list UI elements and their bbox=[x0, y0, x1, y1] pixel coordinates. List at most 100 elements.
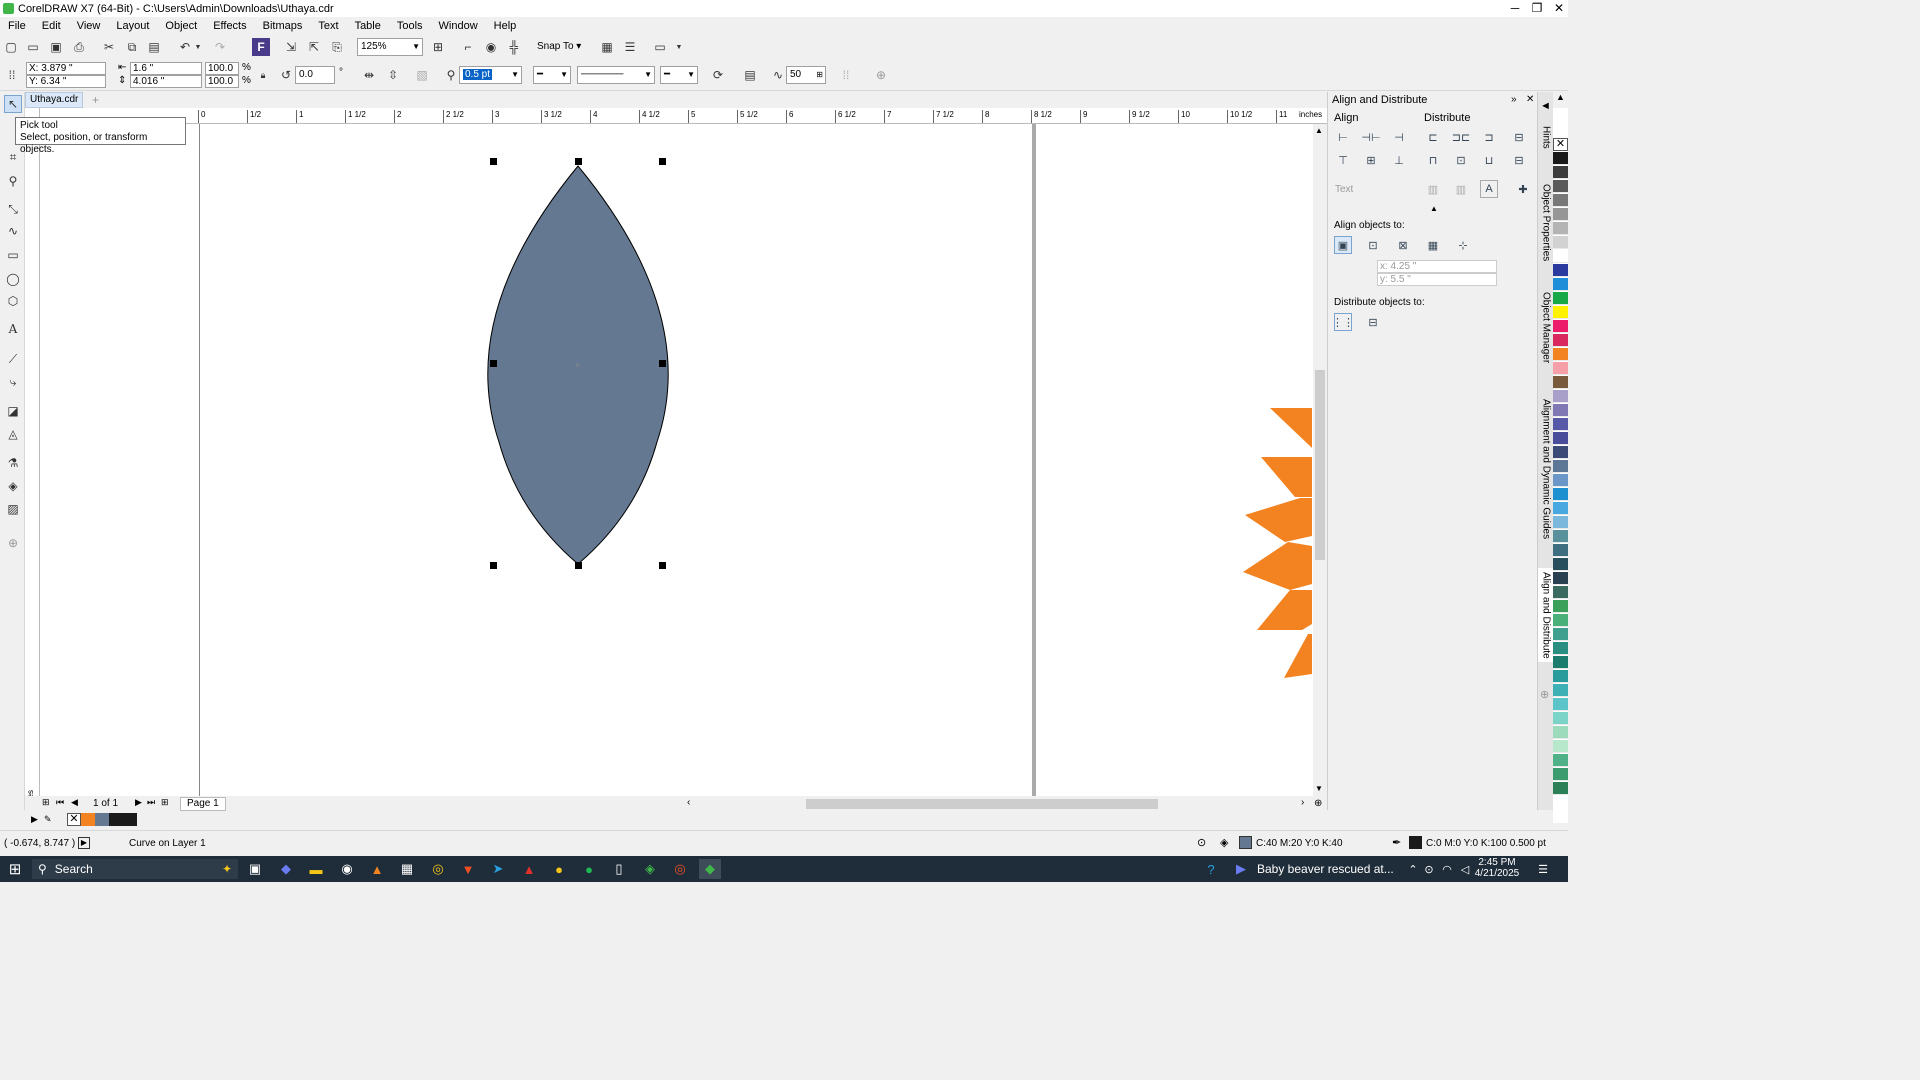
app-icon[interactable]: ● bbox=[548, 859, 570, 879]
menu-object[interactable]: Object bbox=[157, 20, 205, 32]
add-docker-icon[interactable]: ⊕ bbox=[1540, 688, 1549, 701]
new-document-icon[interactable]: ▢ bbox=[2, 38, 20, 56]
chrome-running-icon[interactable]: ◎ bbox=[669, 859, 691, 879]
news-headline[interactable]: Baby beaver rescued at... bbox=[1257, 862, 1394, 876]
new-tab-icon[interactable]: + bbox=[92, 93, 99, 107]
color-swatch[interactable] bbox=[1553, 250, 1568, 263]
color-swatch[interactable] bbox=[1553, 404, 1568, 417]
color-swatch[interactable] bbox=[1553, 348, 1568, 361]
color-swatch[interactable] bbox=[1553, 558, 1568, 571]
docker-collapse-icon[interactable]: » bbox=[1511, 94, 1517, 105]
menu-effects[interactable]: Effects bbox=[205, 20, 254, 32]
show-grid-icon[interactable]: ◉ bbox=[482, 38, 500, 56]
close-button[interactable]: ✕ bbox=[1547, 0, 1571, 17]
undo-dropdown-icon[interactable]: ▼ bbox=[193, 38, 203, 56]
quick-customize-icon[interactable]: ⊕ bbox=[872, 66, 890, 84]
print-icon[interactable]: ⎙ bbox=[70, 38, 88, 56]
selection-handle[interactable] bbox=[659, 158, 666, 165]
color-swatch[interactable] bbox=[1553, 656, 1568, 669]
taskbar-clock[interactable]: 2:45 PM 4/21/2025 bbox=[1472, 857, 1522, 879]
color-swatch[interactable] bbox=[1553, 670, 1568, 683]
distribute-right-icon[interactable]: ⊐ bbox=[1480, 128, 1498, 146]
selection-handle[interactable] bbox=[490, 158, 497, 165]
color-swatch[interactable] bbox=[1553, 390, 1568, 403]
distribute-bottom-icon[interactable]: ⊔ bbox=[1480, 151, 1498, 169]
mirror-horizontal-icon[interactable]: ⇹ bbox=[360, 66, 378, 84]
selection-handle[interactable] bbox=[490, 562, 497, 569]
text-tool-icon[interactable]: A bbox=[4, 320, 22, 338]
last-page-icon[interactable]: ⏭ bbox=[147, 797, 155, 808]
scroll-left-icon[interactable]: ‹ bbox=[687, 797, 690, 808]
brave-icon[interactable]: ▼ bbox=[457, 859, 479, 879]
line-style-combo[interactable]: ────── ▼ bbox=[577, 66, 655, 84]
color-swatch[interactable] bbox=[1553, 684, 1568, 697]
scroll-down-icon[interactable]: ▼ bbox=[1315, 784, 1323, 793]
news-widget-icon[interactable]: ▶ bbox=[1230, 859, 1252, 879]
coreldraw-taskbar-icon[interactable]: ◆ bbox=[699, 859, 721, 879]
scale-height-field[interactable]: 100.0 bbox=[205, 75, 239, 88]
align-to-active-objects-icon[interactable]: ▣ bbox=[1334, 236, 1352, 254]
menu-view[interactable]: View bbox=[69, 20, 109, 32]
previous-page-icon[interactable]: ◀ bbox=[71, 797, 78, 808]
object-origin-icon[interactable]: ⁞⁞ bbox=[3, 66, 21, 84]
corel-icon[interactable]: ◈ bbox=[639, 859, 661, 879]
align-center-horizontal-icon[interactable]: ⊣⊢ bbox=[1361, 128, 1380, 146]
tab-hints[interactable]: Hints bbox=[1538, 122, 1554, 152]
color-swatch[interactable] bbox=[1553, 586, 1568, 599]
selection-handle[interactable] bbox=[490, 360, 497, 367]
show-rulers-icon[interactable]: ⌐ bbox=[459, 38, 477, 56]
color-swatch[interactable] bbox=[1553, 488, 1568, 501]
menu-window[interactable]: Window bbox=[431, 20, 486, 32]
show-guidelines-icon[interactable]: ╬ bbox=[505, 38, 523, 56]
application-launcher-icon[interactable]: ▦ bbox=[598, 38, 616, 56]
color-swatch[interactable] bbox=[1553, 768, 1568, 781]
width-field[interactable]: 1.6 " bbox=[130, 62, 202, 75]
task-view-icon[interactable]: ▣ bbox=[244, 859, 266, 879]
color-swatch[interactable] bbox=[1553, 264, 1568, 277]
color-swatch[interactable] bbox=[1553, 740, 1568, 753]
mirror-vertical-icon[interactable]: ⇳ bbox=[384, 66, 402, 84]
rotation-angle-field[interactable]: 0.0 bbox=[295, 66, 335, 84]
y-position-field[interactable]: Y: 6.34 " bbox=[26, 75, 106, 88]
tab-object-properties[interactable]: Object Properties bbox=[1538, 184, 1554, 262]
align-to-grid-icon[interactable]: ▦ bbox=[1424, 236, 1442, 254]
text-bounding-box-icon[interactable]: A bbox=[1480, 180, 1498, 198]
reduce-nodes-icon[interactable]: ⁞⁞ bbox=[837, 66, 855, 84]
freehand-tool-icon[interactable]: ⤡ bbox=[4, 200, 22, 218]
no-fill-swatch[interactable]: ✕ bbox=[1553, 138, 1568, 151]
vertical-ruler[interactable]: inches bbox=[25, 124, 40, 796]
zoom-level-combo[interactable]: 125% ▼ bbox=[357, 38, 423, 56]
color-swatch[interactable] bbox=[109, 813, 123, 826]
color-swatch[interactable] bbox=[1553, 306, 1568, 319]
connector-tool-icon[interactable]: ⤷ bbox=[4, 373, 22, 391]
tab-alignment-dynamic-guides[interactable]: Alignment and Dynamic Guides bbox=[1538, 398, 1554, 540]
notepad-icon[interactable]: ▯ bbox=[608, 859, 630, 879]
telegram-icon[interactable]: ➤ bbox=[487, 859, 509, 879]
color-swatch[interactable] bbox=[1553, 418, 1568, 431]
file-explorer-icon[interactable]: ▬ bbox=[305, 859, 327, 879]
paste-icon[interactable]: ▤ bbox=[145, 38, 163, 56]
distribute-middle-icon[interactable]: ⊡ bbox=[1452, 151, 1470, 169]
next-page-icon[interactable]: ▶ bbox=[135, 797, 142, 808]
taskbar-search-box[interactable]: ⚲ Search ✦ bbox=[32, 859, 238, 879]
color-swatch[interactable] bbox=[1553, 530, 1568, 543]
status-options-icon[interactable]: ▶ bbox=[78, 837, 90, 849]
add-page-before-icon[interactable]: ⊞ bbox=[42, 797, 50, 808]
cut-icon[interactable]: ✂ bbox=[100, 38, 118, 56]
color-swatch[interactable] bbox=[1553, 432, 1568, 445]
color-swatch[interactable] bbox=[1553, 334, 1568, 347]
publish-pdf-icon[interactable]: ⎘ bbox=[328, 38, 346, 56]
start-arrowhead-combo[interactable]: ━ ▼ bbox=[533, 66, 571, 84]
page-tab[interactable]: Page 1 bbox=[180, 797, 226, 811]
acrobat-icon[interactable]: ▲ bbox=[518, 859, 540, 879]
import-icon[interactable]: ⇲ bbox=[282, 38, 300, 56]
align-to-point-icon[interactable]: ⊹ bbox=[1454, 236, 1472, 254]
smart-fill-tool-icon[interactable]: ▨ bbox=[4, 500, 22, 518]
color-swatch[interactable] bbox=[1553, 698, 1568, 711]
menu-bitmaps[interactable]: Bitmaps bbox=[255, 20, 311, 32]
text-pin-icon[interactable]: ✚ bbox=[1514, 180, 1532, 198]
distribute-spacing-v-icon[interactable]: ⊟ bbox=[1510, 151, 1528, 169]
redo-icon[interactable]: ↷ bbox=[211, 38, 229, 56]
color-swatch[interactable] bbox=[1553, 208, 1568, 221]
text-first-line-baseline-icon[interactable]: ▥ bbox=[1424, 180, 1442, 198]
